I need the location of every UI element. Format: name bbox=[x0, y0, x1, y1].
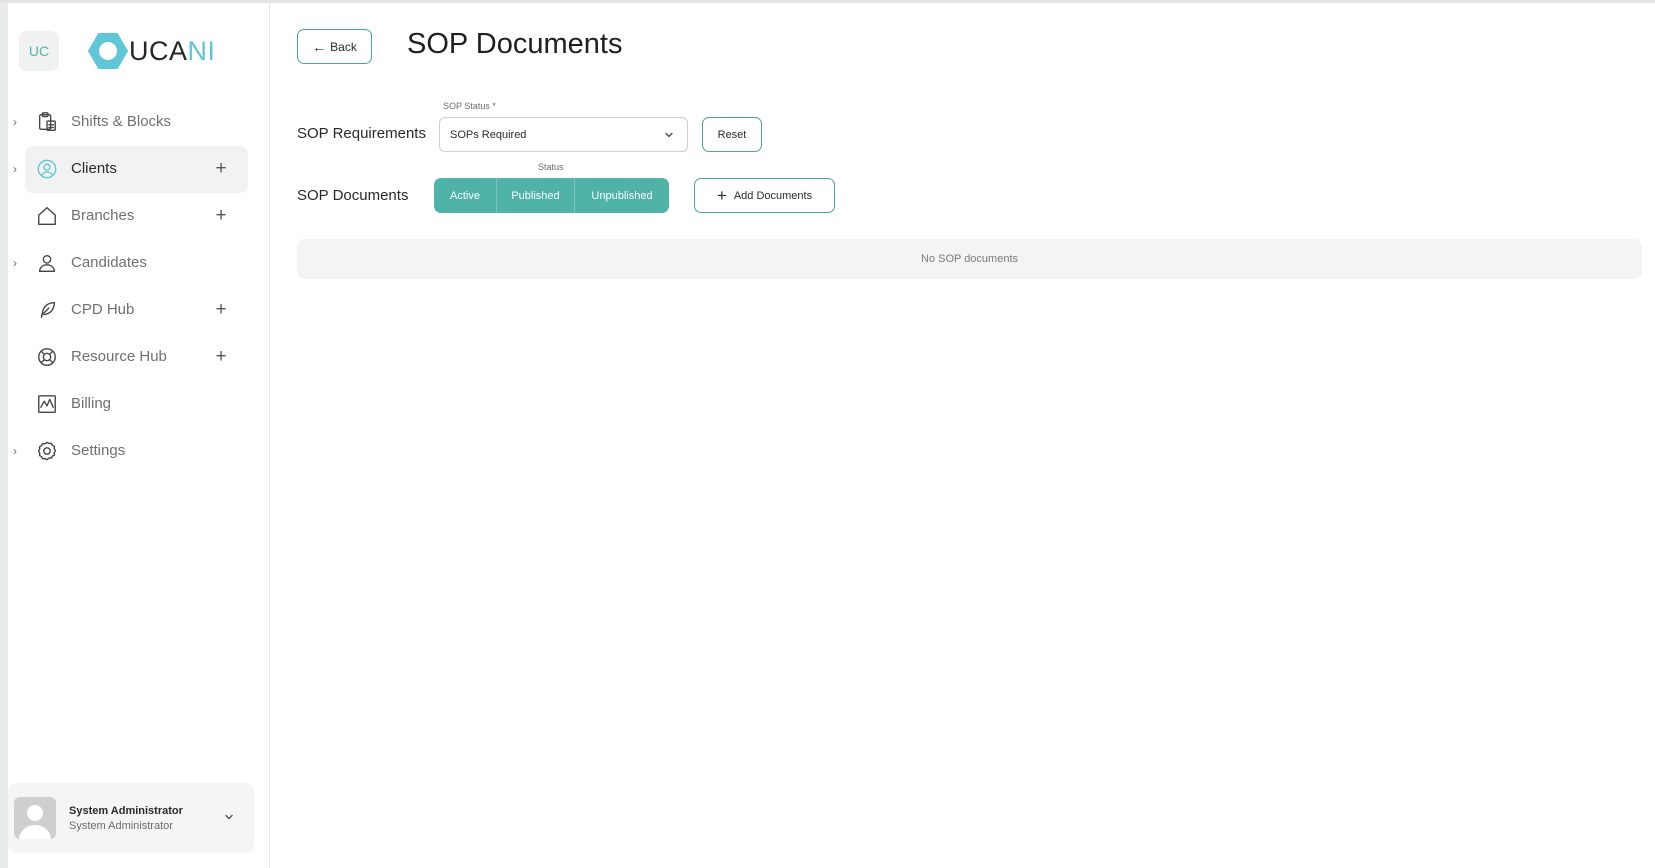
org-badge[interactable]: UC bbox=[19, 31, 59, 71]
sidebar-item-candidates[interactable]: › Candidates bbox=[8, 240, 270, 287]
back-button-label: Back bbox=[330, 39, 357, 54]
user-icon bbox=[38, 254, 56, 272]
clipboard-icon bbox=[38, 112, 56, 131]
add-resource-button[interactable]: + bbox=[211, 347, 231, 367]
sop-documents-label: SOP Documents bbox=[297, 187, 409, 204]
sidebar-item-label: Clients bbox=[71, 160, 117, 177]
status-active-button[interactable]: Active bbox=[434, 178, 496, 213]
add-client-button[interactable]: + bbox=[211, 159, 231, 179]
sop-requirements-label: SOP Requirements bbox=[297, 125, 426, 142]
back-button[interactable]: ← Back bbox=[297, 29, 372, 64]
reset-button[interactable]: Reset bbox=[702, 117, 762, 152]
ucani-logo[interactable]: UCANI bbox=[88, 31, 216, 71]
default-avatar-icon bbox=[14, 797, 56, 839]
sidebar-item-label: CPD Hub bbox=[71, 301, 135, 318]
activity-chart-icon bbox=[38, 395, 56, 413]
sidebar-item-branches[interactable]: Branches + bbox=[8, 193, 270, 240]
chevron-right-icon[interactable]: › bbox=[13, 445, 25, 457]
sidebar-item-label: Candidates bbox=[71, 254, 147, 271]
status-segmented-control: Active Published Unpublished bbox=[434, 178, 669, 213]
chevron-down-icon[interactable] bbox=[222, 810, 236, 824]
add-documents-label: Add Documents bbox=[733, 189, 813, 202]
page-title: SOP Documents bbox=[407, 28, 623, 60]
hexagon-logo-icon bbox=[88, 33, 128, 69]
user-menu[interactable]: System Administrator System Administrato… bbox=[8, 783, 254, 853]
sidebar-item-label: Billing bbox=[71, 395, 112, 412]
sop-status-value: SOPs Required bbox=[450, 129, 527, 141]
logo-wordmark: UCANI bbox=[129, 35, 216, 66]
sidebar-item-shifts-blocks[interactable]: › Shifts & Blocks bbox=[8, 99, 270, 146]
user-role: System Administrator bbox=[69, 820, 173, 832]
sidebar-item-clients[interactable]: › Clients + bbox=[8, 146, 270, 193]
empty-state: No SOP documents bbox=[297, 239, 1642, 279]
arrow-left-icon: ← bbox=[312, 38, 327, 55]
add-branch-button[interactable]: + bbox=[211, 206, 231, 226]
sidebar-item-billing[interactable]: Billing bbox=[8, 381, 270, 428]
sidebar: UC UCANI › Shifts & Blocks › Clients + B… bbox=[8, 3, 270, 868]
feather-icon bbox=[40, 301, 56, 319]
sidebar-item-cpd-hub[interactable]: CPD Hub + bbox=[8, 287, 270, 334]
lifebuoy-icon bbox=[38, 348, 56, 366]
gear-icon bbox=[37, 441, 57, 461]
status-unpublished-button[interactable]: Unpublished bbox=[574, 178, 669, 213]
status-published-button[interactable]: Published bbox=[496, 178, 574, 213]
empty-state-text: No SOP documents bbox=[920, 253, 1018, 265]
sidebar-item-resource-hub[interactable]: Resource Hub + bbox=[8, 334, 270, 381]
status-field-label: Status bbox=[538, 162, 564, 172]
sidebar-nav: › Shifts & Blocks › Clients + Branches + bbox=[8, 99, 270, 475]
sidebar-item-label: Shifts & Blocks bbox=[71, 113, 172, 130]
plus-icon: + bbox=[716, 185, 727, 205]
sidebar-item-label: Resource Hub bbox=[71, 348, 167, 365]
home-icon bbox=[38, 207, 56, 225]
add-documents-button[interactable]: + Add Documents bbox=[694, 178, 835, 213]
avatar bbox=[14, 797, 56, 839]
chevron-down-icon bbox=[665, 132, 673, 138]
sop-status-field-label: SOP Status * bbox=[443, 101, 496, 111]
sidebar-item-label: Settings bbox=[71, 442, 126, 459]
sop-status-select[interactable]: SOPs Required bbox=[439, 117, 688, 152]
user-name: System Administrator bbox=[69, 805, 183, 817]
sidebar-item-label: Branches bbox=[71, 207, 135, 224]
chevron-right-icon[interactable]: › bbox=[13, 116, 25, 128]
add-cpd-button[interactable]: + bbox=[211, 300, 231, 320]
window-left-edge bbox=[0, 3, 8, 868]
sidebar-item-settings[interactable]: › Settings bbox=[8, 428, 270, 475]
chevron-right-icon[interactable]: › bbox=[13, 163, 25, 175]
chevron-right-icon[interactable]: › bbox=[13, 257, 25, 269]
user-circle-icon bbox=[37, 159, 57, 179]
